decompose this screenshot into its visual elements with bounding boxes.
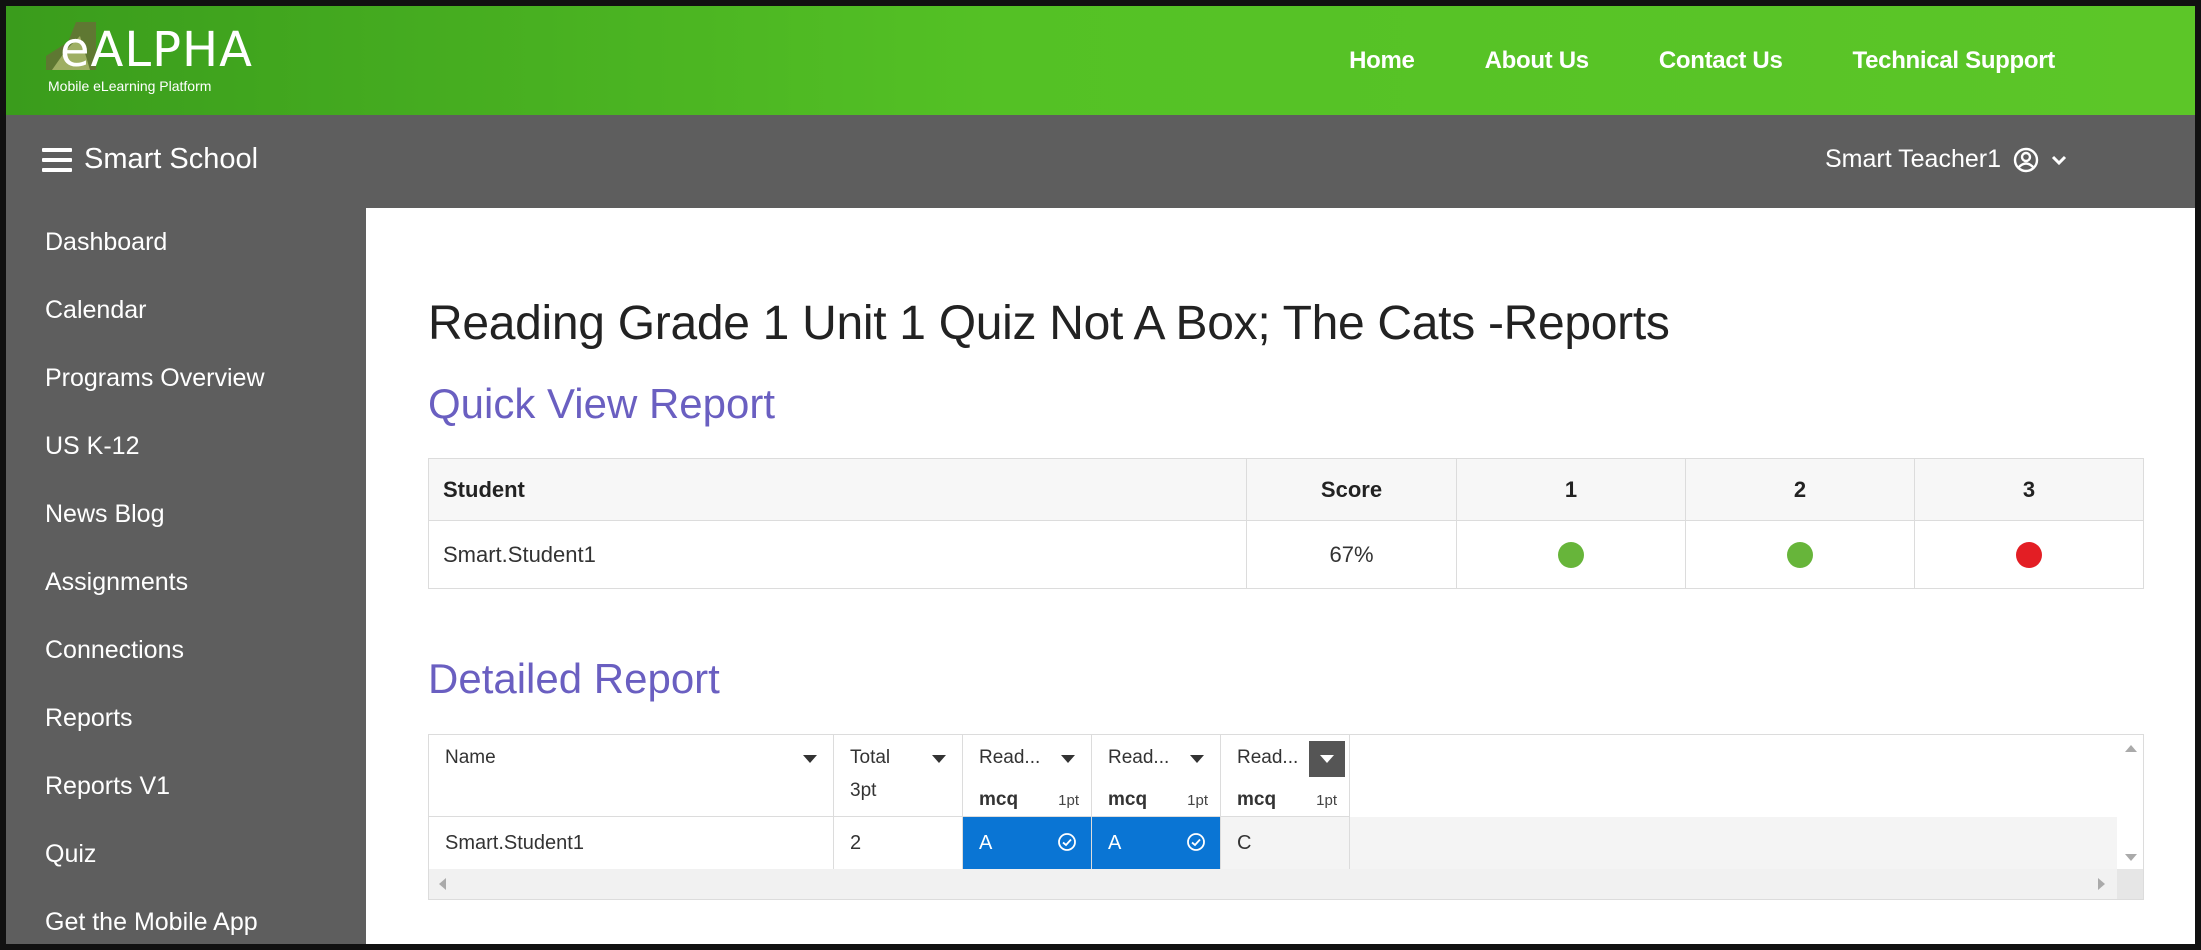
sidebar-item-news-blog[interactable]: News Blog (6, 496, 366, 564)
answer-value: A (979, 832, 993, 854)
question-points-label: 1pt (1316, 792, 1337, 809)
sidebar-item-quiz[interactable]: Quiz (6, 836, 366, 904)
page-title: Reading Grade 1 Unit 1 Quiz Not A Box; T… (428, 297, 1670, 350)
scroll-right-icon[interactable] (2098, 878, 2105, 890)
hamburger-menu-icon[interactable] (42, 147, 72, 172)
nav-technical-support-link[interactable]: Technical Support (1853, 47, 2056, 75)
user-menu[interactable]: Smart Teacher1 (1825, 145, 2067, 174)
question-type-label: mcq (979, 789, 1019, 810)
column-header-question-2: 2 (1685, 458, 1915, 521)
grid-header-question-2[interactable]: Read... mcq 1pt (1092, 735, 1221, 817)
grid-header-question-3[interactable]: Read... mcq 1pt (1221, 735, 1350, 817)
sort-caret-icon[interactable] (1061, 755, 1075, 763)
question-type-label: mcq (1108, 789, 1148, 810)
answer-value: C (1237, 832, 1252, 854)
vertical-scrollbar[interactable] (2117, 735, 2143, 869)
grid-cell-answer-1[interactable]: A (963, 817, 1092, 869)
grid-header-total[interactable]: Total 3pt (834, 735, 963, 817)
grid-header-question-1-label: Read... (979, 747, 1041, 768)
quick-view-header-row: Student Score 1 2 3 (428, 458, 2144, 521)
horizontal-scrollbar[interactable] (429, 869, 2117, 899)
correct-indicator-icon (1558, 542, 1584, 569)
column-header-question-3: 3 (1914, 458, 2144, 521)
grid-header-name-label: Name (445, 747, 496, 768)
scrollbar-corner (2117, 869, 2143, 899)
app-title: Smart School (84, 143, 259, 175)
top-navigation-bar: eALPHA Mobile eLearning Platform Home Ab… (6, 6, 2195, 115)
sidebar-item-calendar[interactable]: Calendar (6, 292, 366, 360)
question-3-result (1914, 520, 2144, 589)
grid-cell-answer-2[interactable]: A (1092, 817, 1221, 869)
detailed-report-grid: Name Total 3pt Read... mcq 1pt Read... m… (428, 734, 2144, 900)
sidebar: Dashboard Calendar Programs Overview US … (6, 208, 366, 944)
sidebar-item-connections[interactable]: Connections (6, 632, 366, 700)
user-circle-icon (2013, 147, 2039, 172)
student-name: Smart.Student1 (428, 520, 1247, 589)
question-points-label: 1pt (1187, 792, 1208, 809)
column-header-student: Student (428, 458, 1247, 521)
scroll-up-icon[interactable] (2125, 745, 2137, 752)
column-header-score: Score (1246, 458, 1457, 521)
grid-header-question-2-label: Read... (1108, 747, 1170, 768)
quick-view-table: Student Score 1 2 3 Smart.Student1 67% (428, 458, 2144, 589)
nav-about-us-link[interactable]: About Us (1485, 47, 1590, 75)
grid-cell-name[interactable]: Smart.Student1 (429, 817, 834, 869)
table-row: Smart.Student1 2 A A C (429, 817, 1350, 869)
grid-header-name[interactable]: Name (429, 735, 834, 817)
logo-subtitle: Mobile eLearning Platform (48, 78, 212, 94)
sidebar-item-programs-overview[interactable]: Programs Overview (6, 360, 366, 428)
grid-header-question-3-label: Read... (1237, 747, 1299, 768)
column-header-question-1: 1 (1456, 458, 1686, 521)
scroll-down-icon[interactable] (2125, 854, 2137, 861)
sidebar-item-get-mobile-app[interactable]: Get the Mobile App (6, 904, 366, 944)
sidebar-item-reports-v1[interactable]: Reports V1 (6, 768, 366, 836)
question-1-result (1456, 520, 1686, 589)
sidebar-item-reports[interactable]: Reports (6, 700, 366, 768)
app-bar: Smart School Smart Teacher1 (6, 115, 2195, 208)
column-menu-button[interactable] (1309, 741, 1345, 777)
main-content: Reading Grade 1 Unit 1 Quiz Not A Box; T… (366, 208, 2195, 944)
ealpha-logo[interactable]: eALPHA Mobile eLearning Platform (46, 22, 266, 102)
user-name: Smart Teacher1 (1824, 145, 2001, 173)
grid-cell-total[interactable]: 2 (834, 817, 963, 869)
grid-header-question-1[interactable]: Read... mcq 1pt (963, 735, 1092, 817)
app-window: eALPHA Mobile eLearning Platform Home Ab… (0, 0, 2201, 950)
quick-view-report-title: Quick View Report (428, 380, 776, 427)
check-circle-icon (1187, 833, 1205, 851)
detailed-report-title: Detailed Report (428, 655, 720, 702)
app-brand: Smart School (42, 143, 258, 176)
sort-caret-icon[interactable] (803, 755, 817, 763)
student-score: 67% (1246, 520, 1457, 589)
question-type-label: mcq (1237, 789, 1277, 810)
grid-cell-answer-3[interactable]: C (1221, 817, 1350, 869)
grid-header-total-label: Total (850, 747, 891, 768)
sort-caret-icon[interactable] (932, 755, 946, 763)
chevron-down-icon (2051, 155, 2067, 165)
answer-value: A (1108, 832, 1122, 854)
nav-home-link[interactable]: Home (1349, 47, 1415, 75)
sidebar-item-assignments[interactable]: Assignments (6, 564, 366, 632)
check-circle-icon (1058, 833, 1076, 851)
correct-indicator-icon (1787, 542, 1813, 569)
question-2-result (1685, 520, 1915, 589)
grid-header-row: Name Total 3pt Read... mcq 1pt Read... m… (429, 735, 1350, 817)
scroll-left-icon[interactable] (439, 878, 446, 890)
sidebar-item-dashboard[interactable]: Dashboard (6, 224, 366, 292)
top-nav-links: Home About Us Contact Us Technical Suppo… (1349, 6, 2055, 115)
sidebar-item-us-k12[interactable]: US K-12 (6, 428, 366, 496)
incorrect-indicator-icon (2016, 542, 2042, 569)
nav-contact-us-link[interactable]: Contact Us (1659, 47, 1783, 75)
logo-text: eALPHA (60, 22, 253, 78)
table-row: Smart.Student1 67% (428, 520, 2144, 589)
sort-caret-icon[interactable] (1190, 755, 1204, 763)
question-points-label: 1pt (1058, 792, 1079, 809)
grid-header-total-points: 3pt (850, 780, 877, 801)
grid-empty-area (1350, 817, 2118, 869)
